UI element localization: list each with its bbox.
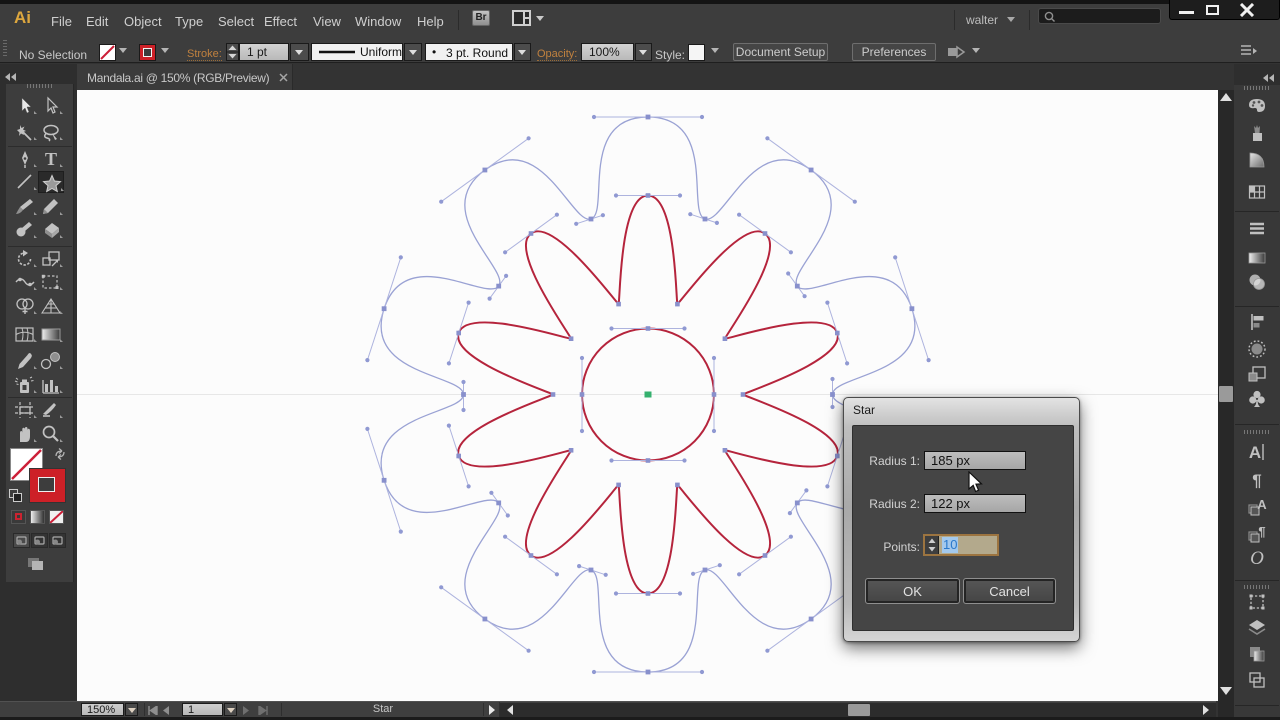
- svg-text:T: T: [45, 149, 57, 169]
- svg-text:O: O: [1250, 548, 1264, 569]
- svg-text:A: A: [1257, 497, 1267, 512]
- svg-text:¶: ¶: [1258, 524, 1265, 539]
- svg-text:A: A: [1249, 443, 1261, 462]
- svg-text:¶: ¶: [1252, 471, 1261, 490]
